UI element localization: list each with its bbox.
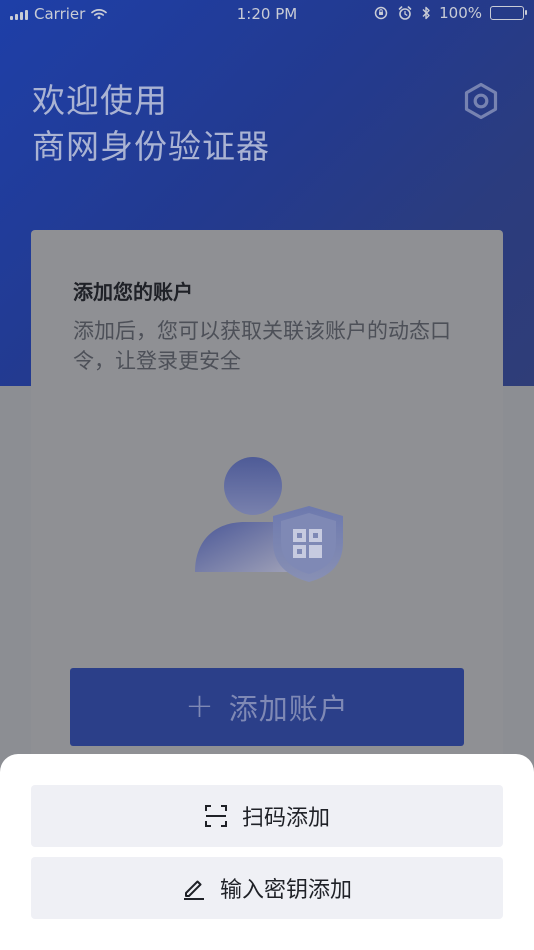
pencil-icon [183, 880, 204, 900]
welcome-line-2: 商网身份验证器 [32, 127, 270, 166]
alarm-icon [398, 6, 412, 20]
scan-icon [204, 805, 227, 827]
account-shield-illustration [195, 457, 343, 582]
add-account-card: 添加您的账户 添加后，您可以获取关联该账户的动态口令，让登录更安全 + 添加账户 [31, 230, 503, 790]
battery-percent: 100% [439, 4, 482, 22]
orientation-lock-icon [374, 6, 388, 20]
welcome-line-1: 欢迎使用 [32, 81, 168, 120]
settings-hexagon-icon[interactable] [460, 80, 502, 122]
status-bar: Carrier 1:20 PM 100% [0, 0, 534, 30]
battery-icon [490, 6, 527, 20]
enter-key-label: 输入密钥添加 [219, 878, 352, 903]
scan-add-label: 扫码添加 [241, 806, 330, 831]
welcome-title: 欢迎使用 商网身份验证器 [32, 78, 270, 170]
add-account-button[interactable]: + 添加账户 [70, 668, 464, 746]
plus-icon: + [185, 685, 215, 726]
action-sheet: 扫码添加 输入密钥添加 [0, 754, 534, 950]
card-description: 添加后，您可以获取关联该账户的动态口令，让登录更安全 [73, 319, 451, 373]
status-right: 100% [373, 4, 527, 22]
card-title: 添加您的账户 [73, 280, 193, 304]
enter-key-button[interactable]: 输入密钥添加 [31, 857, 503, 919]
add-account-label: 添加账户 [228, 692, 349, 726]
scan-add-button[interactable]: 扫码添加 [31, 785, 503, 847]
screen: Carrier 1:20 PM 100% 欢迎使用 商网身份验证器 添加您的账户… [0, 0, 534, 950]
bluetooth-icon [422, 6, 430, 20]
